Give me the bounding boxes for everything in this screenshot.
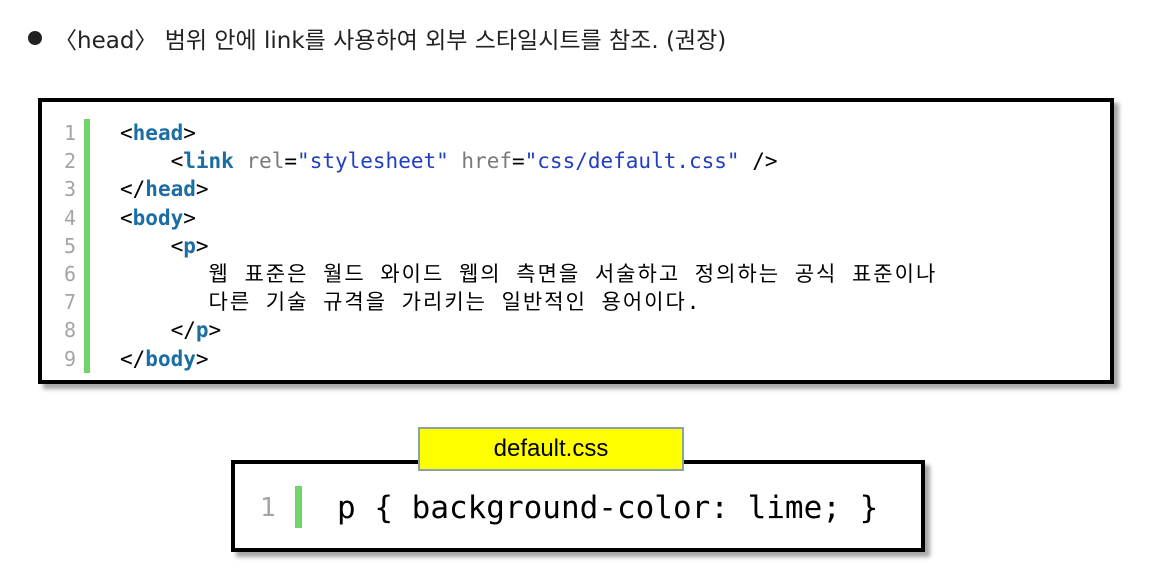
code-token: body <box>145 346 196 371</box>
code-token: rel <box>233 149 285 174</box>
code-line: 다른 기술 규격을 가리키는 일반적인 용어이다. <box>120 288 937 316</box>
code-token: href <box>448 149 512 174</box>
code-token: </ <box>120 177 146 202</box>
code-line: 웹 표준은 월드 와이드 웹의 측면을 서술하고 정의하는 공식 표준이나 <box>120 260 937 288</box>
code-token: > <box>195 233 209 258</box>
code-lines: <head> <link rel="stylesheet" href="css/… <box>120 119 937 373</box>
code-token: p <box>195 318 209 343</box>
code-line: <body> <box>120 204 937 232</box>
code-token: < <box>120 205 133 230</box>
code-line: </p> <box>120 316 937 344</box>
line-number: 5 <box>63 233 76 258</box>
code-line: <head> <box>120 119 937 147</box>
code-token: link <box>183 149 234 174</box>
code-token: 웹 표준은 월드 와이드 웹의 측면을 서술하고 정의하는 공식 표준이나 <box>208 261 938 286</box>
code-token: > <box>183 121 196 145</box>
line-number: 6 <box>63 261 76 286</box>
code-token: > <box>195 177 209 202</box>
line-number: 3 <box>63 177 76 202</box>
gutter-bar <box>84 119 90 373</box>
code-token: head <box>132 121 184 145</box>
line-number: 9 <box>63 346 76 371</box>
code-token: body <box>132 205 184 230</box>
code-token: < <box>170 149 184 174</box>
code-token: head <box>145 177 196 202</box>
line-number: 2 <box>63 149 76 174</box>
css-file-label: default.css <box>418 427 684 471</box>
code-token: "stylesheet" <box>297 149 449 174</box>
code-token: = <box>511 149 525 174</box>
code-token: p <box>183 233 196 258</box>
heading: 〈head〉 범위 안에 link를 사용하여 외부 스타일시트를 참조. (권… <box>28 20 726 56</box>
html-code-block: 123456789 <head> <link rel="stylesheet" … <box>38 98 1114 384</box>
code-token: /> <box>739 149 778 174</box>
line-number: 1 <box>63 121 76 145</box>
code-line: </body> <box>120 345 937 373</box>
code-token: > <box>195 346 209 371</box>
code-token: = <box>284 149 298 174</box>
line-number-gutter: 1 2 3 4 5 6 7 8 9 <box>42 119 76 373</box>
bullet-icon <box>28 31 42 45</box>
css-line-number: 1 <box>260 493 276 523</box>
line-number: 7 <box>63 290 76 315</box>
css-code-block: 1 p { background-color: lime; } <box>231 460 925 552</box>
code-token: > <box>183 205 196 230</box>
css-code-line: p { background-color: lime; } <box>337 490 879 526</box>
code-token: 다른 기술 규격을 가리키는 일반적인 용어이다. <box>208 290 702 315</box>
css-gutter-bar <box>295 486 302 528</box>
code-token: < <box>120 121 133 145</box>
line-number: 8 <box>63 318 76 343</box>
code-token: < <box>170 233 184 258</box>
code-token: "css/default.css" <box>524 149 740 174</box>
code-line: <p> <box>120 232 937 260</box>
code-line: </head> <box>120 175 937 203</box>
code-token: </ <box>170 318 196 343</box>
code-line: <link rel="stylesheet" href="css/default… <box>120 147 937 175</box>
code-token: > <box>208 318 222 343</box>
line-number: 4 <box>63 205 76 230</box>
code-token: </ <box>120 346 146 371</box>
heading-text: 〈head〉 범위 안에 link를 사용하여 외부 스타일시트를 참조. (권… <box>54 28 727 54</box>
